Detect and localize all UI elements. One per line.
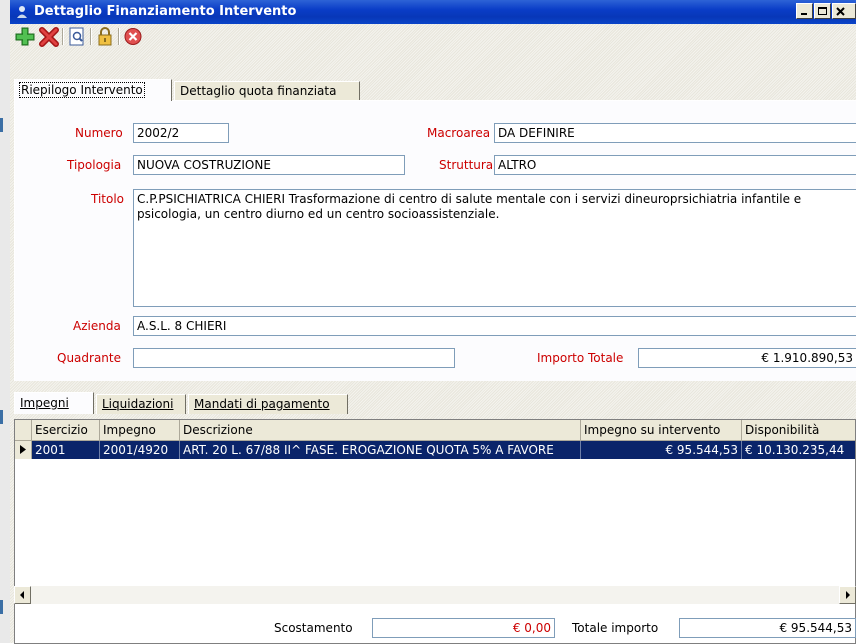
column-header-impegno[interactable]: Impegno [100,420,180,441]
scostamento-field[interactable]: € 0,00 [372,618,555,638]
maximize-button[interactable] [814,3,831,19]
tab-liquidazioni[interactable]: Liquidazioni [96,394,186,414]
window-title: Dettaglio Finanziamento Intervento [34,4,297,19]
impegni-grid[interactable]: Esercizio Impegno Descrizione Impegno su… [14,419,856,644]
preview-icon [69,27,84,46]
numero-label: Numero [75,126,123,140]
preview-button[interactable] [66,26,88,47]
tab-label: Riepilogo Intervento [19,82,145,98]
totale-importo-label: Totale importo [572,621,659,635]
row-selector[interactable] [15,441,32,459]
struttura-label: Struttura [439,158,494,172]
row-pointer-icon [20,445,26,454]
riepilogo-panel: Numero 2002/2 Macroarea DA DEFINIRE Tipo… [14,100,856,381]
azienda-label: Azienda [73,319,121,333]
column-header-descrizione[interactable]: Descrizione [180,420,581,441]
scroll-left-button[interactable] [14,586,31,604]
quadrante-field[interactable] [133,348,455,368]
delete-icon [39,27,59,47]
tab-riepilogo-intervento[interactable]: Riepilogo Intervento [14,79,172,101]
footer-totals: Scostamento € 0,00 Totale importo € 95.5… [10,612,856,643]
quadrante-label: Quadrante [57,351,122,365]
struttura-field[interactable]: ALTRO [494,155,856,175]
minimize-icon [801,13,807,15]
importo-totale-label: Importo Totale [537,351,624,365]
delete-button[interactable] [38,26,60,47]
table-cell-esercizio[interactable]: 2001 [32,441,100,459]
tab-impegni[interactable]: Impegni [14,392,94,414]
tab-label: Mandati di pagamento [194,397,330,411]
importo-totale-field[interactable]: € 1.910.890,53 [638,348,856,368]
column-header-impegno-su-intervento[interactable]: Impegno su intervento [581,420,742,441]
column-header-esercizio[interactable]: Esercizio [32,420,100,441]
titolo-textarea[interactable]: C.P.PSICHIATRICA CHIERI Trasformazione d… [133,189,856,307]
lock-button[interactable] [94,26,116,47]
tipologia-field[interactable]: NUOVA COSTRUZIONE [133,155,405,175]
app-icon [17,6,27,18]
scostamento-label: Scostamento [274,621,353,635]
column-header-disponibilita[interactable]: Disponibilità [742,420,855,441]
macroarea-field[interactable]: DA DEFINIRE [494,123,856,143]
titolo-label: Titolo [91,192,125,206]
toolbar-separator [62,28,64,45]
maximize-icon [818,7,827,15]
add-button[interactable] [14,26,36,47]
close-icon [124,28,142,45]
arrow-left-icon [20,591,24,599]
close-form-button[interactable] [122,26,144,47]
numero-field[interactable]: 2002/2 [133,123,229,143]
tipologia-label: Tipologia [67,158,122,172]
toolbar-separator [118,28,120,45]
tab-mandati-pagamento[interactable]: Mandati di pagamento [188,394,348,414]
arrow-right-icon [846,591,850,599]
scroll-right-button[interactable] [839,586,856,604]
table-cell-impegno[interactable]: 2001/4920 [100,441,180,459]
table-cell-impegno-su-intervento[interactable]: € 95.544,53 [581,441,742,459]
tab-dettaglio-quota[interactable]: Dettaglio quota finanziata [174,81,360,101]
totale-importo-field[interactable]: € 95.544,53 [679,618,856,638]
row-header-corner [15,420,32,441]
tab-label: Liquidazioni [102,397,174,411]
background-window-edge [0,0,10,643]
add-icon [15,27,35,46]
azienda-field[interactable]: A.S.L. 8 CHIERI [133,316,856,336]
tab-label: Dettaglio quota finanziata [180,84,337,98]
title-bar[interactable]: Dettaglio Finanziamento Intervento [10,0,856,24]
close-x-icon [836,7,845,16]
horizontal-scrollbar[interactable] [14,586,856,604]
toolbar [10,24,856,48]
dialog-window: Dettaglio Finanziamento Intervento Riepi… [10,0,856,644]
minimize-button[interactable] [796,3,813,19]
table-cell-descrizione[interactable]: ART. 20 L. 67/88 II^ FASE. EROGAZIONE QU… [180,441,581,459]
toolbar-separator [90,28,92,45]
tab-label: Impegni [20,396,69,410]
close-window-button[interactable] [832,3,856,19]
table-cell-disponibilita[interactable]: € 10.130.235,44 [742,441,855,459]
macroarea-label: Macroarea [427,126,491,140]
lock-icon [98,27,112,46]
